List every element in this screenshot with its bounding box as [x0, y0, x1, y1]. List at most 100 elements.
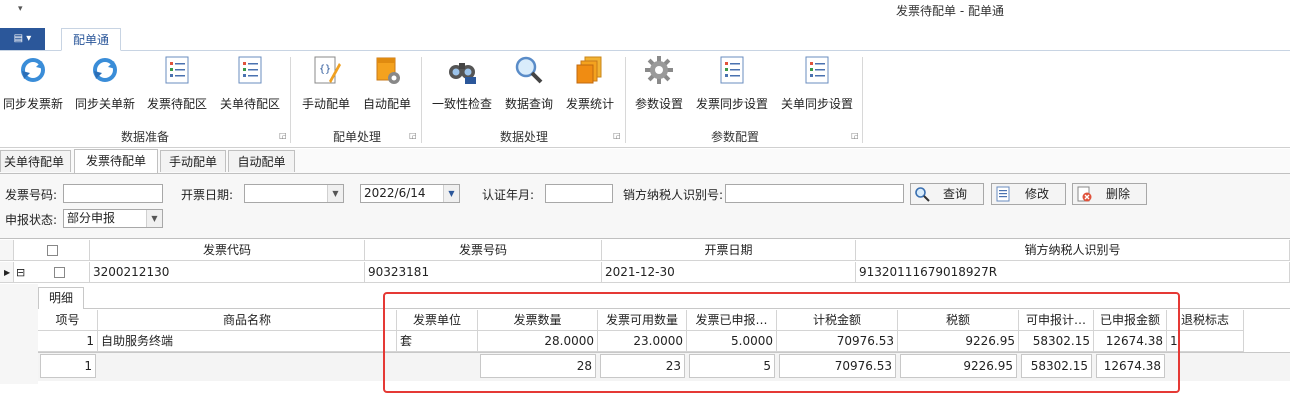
- date-to-input[interactable]: 2022/6/14 ▼: [360, 184, 460, 203]
- tab-manual-match[interactable]: 手动配单: [160, 150, 226, 172]
- row-checkbox[interactable]: [54, 267, 65, 278]
- consistency-check-button[interactable]: 一致性检查: [430, 55, 494, 112]
- col-item-no[interactable]: 项号: [38, 310, 98, 331]
- invoice-sync-settings-button[interactable]: 发票同步设置: [692, 55, 772, 112]
- customs-pending-area-label: 关单待配区: [219, 97, 280, 111]
- detail-indent: [0, 284, 38, 384]
- invoice-stats-label: 发票统计: [565, 97, 614, 111]
- data-query-button[interactable]: 数据查询: [502, 55, 556, 112]
- parameter-settings-button[interactable]: 参数设置: [632, 55, 686, 112]
- invoice-no-input[interactable]: [63, 184, 163, 203]
- row-select-cell: ⊟: [14, 262, 90, 283]
- list-icon: [802, 55, 832, 85]
- select-all-checkbox[interactable]: [47, 245, 58, 256]
- edit-label: 修改: [1025, 187, 1050, 201]
- customs-sync-settings-button[interactable]: 关单同步设置: [777, 55, 857, 112]
- col-invoice-number[interactable]: 发票号码: [365, 240, 602, 261]
- quick-access-dropdown-icon[interactable]: ▾: [18, 4, 23, 14]
- group-separator: [290, 57, 291, 143]
- col-seller-id[interactable]: 销方纳税人识别号: [856, 240, 1290, 261]
- group-launcher-icon[interactable]: ◲: [613, 131, 621, 140]
- sync-customs-label: 同步关单新: [74, 97, 135, 111]
- group-separator: [625, 57, 626, 143]
- sync-invoice-button[interactable]: 同步发票新: [2, 55, 64, 112]
- delete-button[interactable]: 删除: [1072, 183, 1147, 205]
- sync-invoice-label: 同步发票新: [2, 97, 63, 111]
- chevron-down-icon[interactable]: ▼: [443, 185, 459, 202]
- tab-invoice-pending[interactable]: 发票待配单: [74, 149, 158, 173]
- invoice-pending-area-button[interactable]: 发票待配区: [146, 55, 208, 112]
- cert-month-input[interactable]: [545, 184, 613, 203]
- invoice-sync-settings-label: 发票同步设置: [695, 97, 768, 111]
- ribbon-panel: 同步发票新 同步关单新 发票待配区 关单待配区 数据准备 ◲ {} 手动配单 自…: [0, 51, 1290, 148]
- cell-product-name[interactable]: 自助服务终端: [98, 331, 397, 352]
- magnifier-icon: [514, 55, 544, 85]
- search-icon: [914, 186, 930, 202]
- seller-id-label: 销方纳税人识别号:: [623, 188, 724, 202]
- invoice-pending-area-label: 发票待配区: [146, 97, 207, 111]
- row-indicator-icon: ▶: [0, 262, 14, 283]
- date-from-input[interactable]: ▼: [244, 184, 344, 203]
- group-label-parameters: 参数配置: [710, 130, 759, 144]
- row-indicator-header: [0, 240, 14, 261]
- ribbon-tab-row: [0, 26, 1290, 51]
- file-menu-button[interactable]: ▤ ▾: [0, 28, 45, 50]
- list-icon: [235, 55, 265, 85]
- manual-match-button[interactable]: {} 手动配单: [298, 55, 354, 112]
- svg-text:{}: {}: [319, 64, 331, 75]
- stack-icon: [575, 55, 605, 85]
- tab-customs-pending[interactable]: 关单待配单: [0, 150, 71, 172]
- summary-count: 1: [40, 354, 96, 378]
- binoculars-icon: [447, 55, 477, 85]
- data-query-label: 数据查询: [504, 97, 553, 111]
- tab-detail[interactable]: 明细: [38, 287, 84, 309]
- status-select[interactable]: 部分申报 ▼: [63, 209, 163, 228]
- invoice-no-label: 发票号码:: [5, 188, 58, 202]
- delete-label: 删除: [1106, 187, 1131, 201]
- invoice-stats-button[interactable]: 发票统计: [562, 55, 618, 112]
- query-label: 查询: [943, 187, 968, 201]
- consistency-check-label: 一致性检查: [431, 97, 492, 111]
- seller-id-input[interactable]: [725, 184, 904, 203]
- auto-match-button[interactable]: 自动配单: [359, 55, 415, 112]
- delete-icon: [1076, 186, 1092, 202]
- cell-seller-id[interactable]: 91320111679018927R: [856, 262, 1290, 283]
- date-to-value: 2022/6/14: [364, 186, 426, 200]
- manual-match-label: 手动配单: [301, 97, 350, 111]
- group-label-data-prep: 数据准备: [120, 130, 169, 144]
- edit-list-icon: [995, 186, 1011, 202]
- cell-item-no[interactable]: 1: [38, 331, 98, 352]
- group-label-matching: 配单处理: [332, 130, 381, 144]
- chevron-down-icon[interactable]: ▼: [146, 210, 162, 227]
- window-title: 发票待配单 - 配单通: [896, 4, 1004, 18]
- chevron-down-icon[interactable]: ▼: [327, 185, 343, 202]
- tab-auto-match[interactable]: 自动配单: [228, 150, 295, 172]
- cell-invoice-code[interactable]: 3200212130: [90, 262, 365, 283]
- group-launcher-icon[interactable]: ◲: [279, 131, 287, 140]
- group-launcher-icon[interactable]: ◲: [409, 131, 417, 140]
- col-invoice-code[interactable]: 发票代码: [90, 240, 365, 261]
- parameter-settings-label: 参数设置: [634, 97, 683, 111]
- list-icon: [717, 55, 747, 85]
- query-button[interactable]: 查询: [910, 183, 984, 205]
- auto-icon: [372, 55, 402, 85]
- col-product-name[interactable]: 商品名称: [98, 310, 397, 331]
- gear-icon: [644, 55, 674, 85]
- cell-invoice-number[interactable]: 90323181: [365, 262, 602, 283]
- group-launcher-icon[interactable]: ◲: [851, 131, 859, 140]
- customs-pending-area-button[interactable]: 关单待配区: [219, 55, 281, 112]
- ribbon-tab-main[interactable]: 配单通: [61, 28, 121, 51]
- customs-sync-settings-label: 关单同步设置: [780, 97, 853, 111]
- filter-panel: 发票号码: 开票日期: ▼ 2022/6/14 ▼ 认证年月: 销方纳税人识别号…: [0, 174, 1290, 239]
- list-icon: [162, 55, 192, 85]
- col-invoice-date[interactable]: 开票日期: [602, 240, 856, 261]
- edit-button[interactable]: 修改: [991, 183, 1066, 205]
- group-separator: [862, 57, 863, 143]
- edit-code-icon: {}: [311, 55, 341, 85]
- collapse-icon[interactable]: ⊟: [16, 262, 25, 282]
- cell-invoice-date[interactable]: 2021-12-30: [602, 262, 856, 283]
- select-all-header: [14, 240, 90, 261]
- cert-month-label: 认证年月:: [482, 188, 535, 202]
- sync-customs-button[interactable]: 同步关单新: [74, 55, 136, 112]
- status-label: 申报状态:: [5, 213, 58, 227]
